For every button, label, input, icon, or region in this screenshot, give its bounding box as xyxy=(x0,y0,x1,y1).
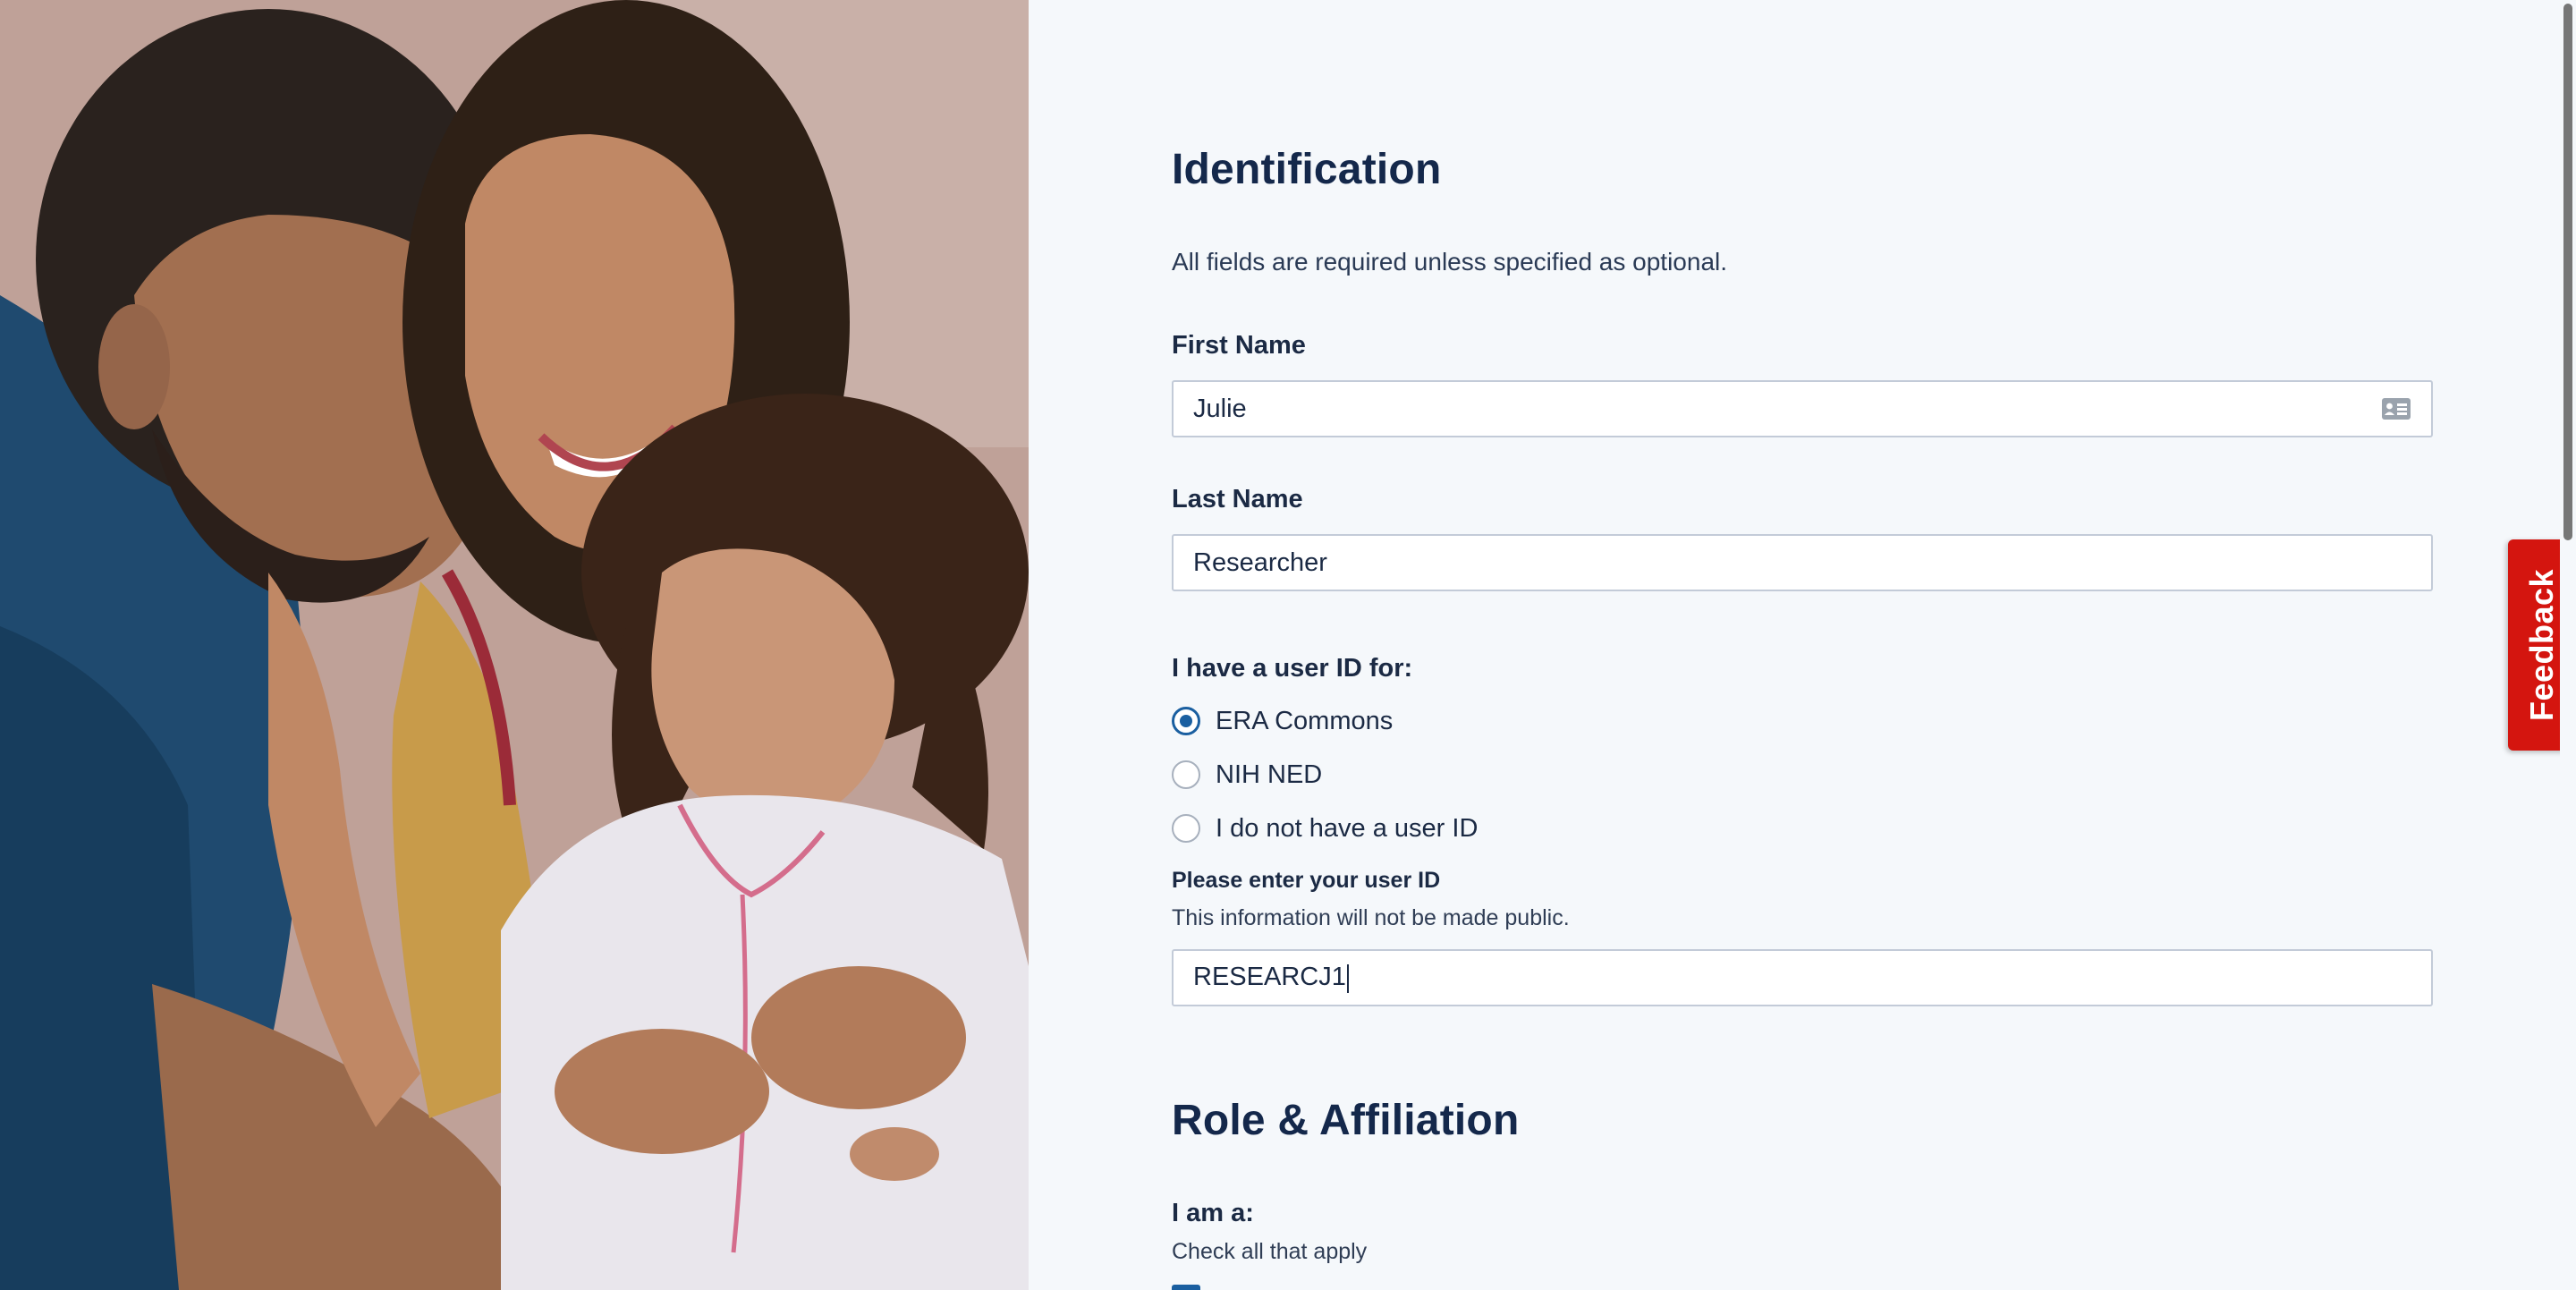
radio-nih-ned[interactable]: NIH NED xyxy=(1172,757,1322,793)
check-all-help: Check all that apply xyxy=(1172,1239,1368,1264)
role-affiliation-heading: Role & Affiliation xyxy=(1172,1097,1520,1144)
identification-heading: Identification xyxy=(1172,146,1442,193)
user-id-value: RESEARCJ1 xyxy=(1193,963,1346,992)
scrollbar-thumb[interactable] xyxy=(2563,4,2572,540)
user-id-help: This information will not be made public… xyxy=(1172,905,1570,930)
user-id-group-label: I have a user ID for: xyxy=(1172,654,1413,683)
text-cursor xyxy=(1346,963,1349,993)
contact-card-icon xyxy=(2382,398,2411,420)
radio-no-user-id[interactable]: I do not have a user ID xyxy=(1172,810,1478,846)
feedback-label: Feedback xyxy=(2523,568,2561,722)
radio-button[interactable] xyxy=(1172,814,1200,843)
user-id-field[interactable]: RESEARCJ1 xyxy=(1172,949,2433,1006)
last-name-value: Researcher xyxy=(1193,547,1327,577)
page: Identification All fields are required u… xyxy=(0,0,2576,1290)
radio-button[interactable] xyxy=(1172,760,1200,789)
i-am-a-label: I am a: xyxy=(1172,1199,1254,1227)
radio-label-nih-ned: NIH NED xyxy=(1216,760,1323,789)
first-name-label: First Name xyxy=(1172,331,1306,360)
last-name-field[interactable]: Researcher xyxy=(1172,534,2433,591)
registration-form: Identification All fields are required u… xyxy=(1029,0,2560,1290)
scrollbar[interactable] xyxy=(2560,0,2576,1290)
radio-label-no-user-id: I do not have a user ID xyxy=(1216,813,1479,843)
first-name-value: Julie xyxy=(1193,394,1247,423)
radio-era-commons[interactable]: ERA Commons xyxy=(1172,703,1393,739)
first-name-field[interactable]: Julie xyxy=(1172,380,2433,437)
user-id-label: Please enter your user ID xyxy=(1172,868,1441,893)
required-fields-note: All fields are required unless specified… xyxy=(1172,248,1728,276)
radio-button-checked[interactable] xyxy=(1172,707,1200,735)
user-id-value-wrap: RESEARCJ1 xyxy=(1193,963,2411,993)
family-photo xyxy=(0,0,1029,1290)
last-name-label: Last Name xyxy=(1172,485,1303,513)
role-checkbox[interactable] xyxy=(1172,1285,1200,1290)
radio-label-era-commons: ERA Commons xyxy=(1216,706,1394,735)
